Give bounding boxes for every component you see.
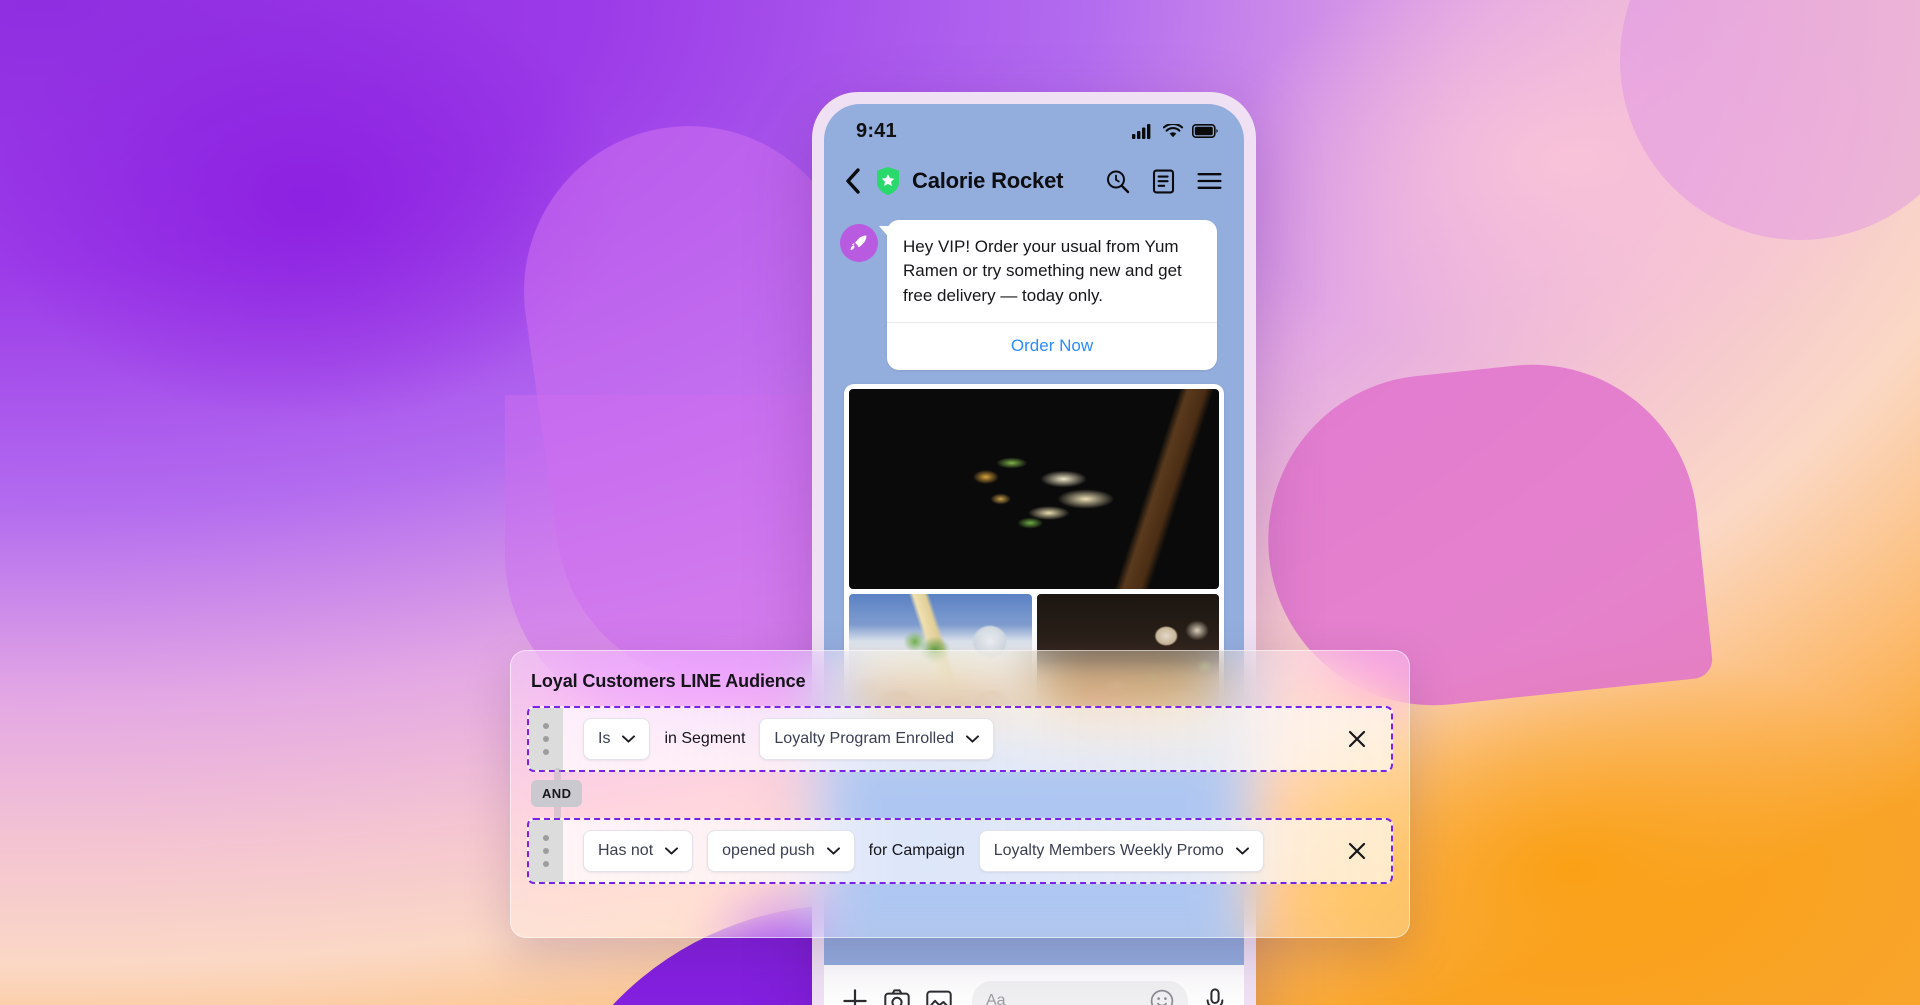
campaign-select-2[interactable]: Loyalty Members Weekly Promo — [978, 830, 1264, 872]
chevron-down-icon — [665, 847, 679, 855]
chevron-down-icon — [622, 735, 636, 743]
emoji-icon[interactable] — [1150, 989, 1174, 1005]
notes-icon[interactable] — [1152, 169, 1175, 194]
chevron-down-icon — [966, 735, 979, 743]
message-text: Hey VIP! Order your usual from Yum Ramen… — [903, 237, 1182, 305]
audience-condition-panel: Loyal Customers LINE Audience Is in Segm… — [510, 650, 1410, 938]
brand-name: Calorie Rocket — [912, 168, 1064, 193]
drag-handle-icon[interactable] — [529, 820, 563, 882]
message-row: Hey VIP! Order your usual from Yum Ramen… — [840, 220, 1228, 371]
cellular-signal-icon — [1132, 124, 1151, 139]
message-input[interactable]: Aa — [972, 981, 1188, 1005]
and-operator-badge[interactable]: AND — [531, 780, 583, 807]
campaign-select-2-value: Loyalty Members Weekly Promo — [993, 842, 1224, 859]
segment-select-1[interactable]: Loyalty Program Enrolled — [759, 718, 995, 760]
rocket-avatar-icon — [840, 224, 878, 262]
shield-star-icon — [877, 167, 899, 195]
camera-icon[interactable] — [884, 989, 910, 1005]
ramen-bowl-photo[interactable] — [849, 389, 1219, 590]
condition-row-2[interactable]: Has not opened push for Campaign Loyalty… — [527, 818, 1393, 884]
condition-row-1-body: Is in Segment Loyalty Program Enrolled — [563, 718, 1345, 760]
operator-select-1[interactable]: Is — [583, 718, 651, 760]
predicate-label-1: in Segment — [664, 730, 746, 747]
search-clock-icon[interactable] — [1105, 169, 1130, 194]
operator-select-2[interactable]: Has not — [583, 830, 694, 872]
header-actions — [1105, 169, 1222, 194]
drag-handle-icon[interactable] — [529, 708, 563, 770]
action-select-2-value: opened push — [722, 842, 815, 859]
message-input-placeholder: Aa — [986, 992, 1006, 1005]
chevron-down-icon — [1235, 847, 1249, 855]
remove-condition-1-button[interactable] — [1345, 727, 1369, 751]
app-header: Calorie Rocket — [824, 150, 1244, 212]
status-time: 9:41 — [856, 119, 897, 142]
remove-condition-2-button[interactable] — [1345, 839, 1369, 863]
message-bubble: Hey VIP! Order your usual from Yum Ramen… — [887, 220, 1217, 371]
panel-title: Loyal Customers LINE Audience — [531, 671, 806, 691]
operator-select-2-value: Has not — [598, 842, 654, 859]
battery-icon — [1192, 124, 1218, 138]
predicate-label-2: for Campaign — [868, 842, 965, 859]
close-icon — [1348, 842, 1366, 860]
chevron-down-icon — [826, 847, 840, 855]
condition-row-2-body: Has not opened push for Campaign Loyalty… — [563, 830, 1345, 872]
condition-row-1[interactable]: Is in Segment Loyalty Program Enrolled — [527, 706, 1393, 772]
close-icon — [1348, 730, 1366, 748]
wifi-icon — [1163, 123, 1183, 137]
back-chevron-icon[interactable] — [842, 166, 864, 196]
chat-input-bar: Aa — [824, 965, 1244, 1005]
action-select-2[interactable]: opened push — [707, 830, 855, 872]
plus-icon[interactable] — [842, 988, 868, 1005]
condition-connector: AND — [527, 768, 1393, 822]
image-icon[interactable] — [926, 990, 952, 1005]
segment-select-1-value: Loyalty Program Enrolled — [774, 730, 955, 747]
screenshot-root: 9:41 Calorie Rocket Hey VIP! Order your … — [0, 0, 1920, 1005]
hamburger-menu-icon[interactable] — [1197, 172, 1222, 190]
operator-select-1-value: Is — [598, 730, 611, 747]
order-now-button[interactable]: Order Now — [887, 322, 1217, 370]
status-bar: 9:41 — [824, 104, 1244, 150]
microphone-icon[interactable] — [1204, 988, 1226, 1005]
status-icons — [1132, 123, 1218, 139]
